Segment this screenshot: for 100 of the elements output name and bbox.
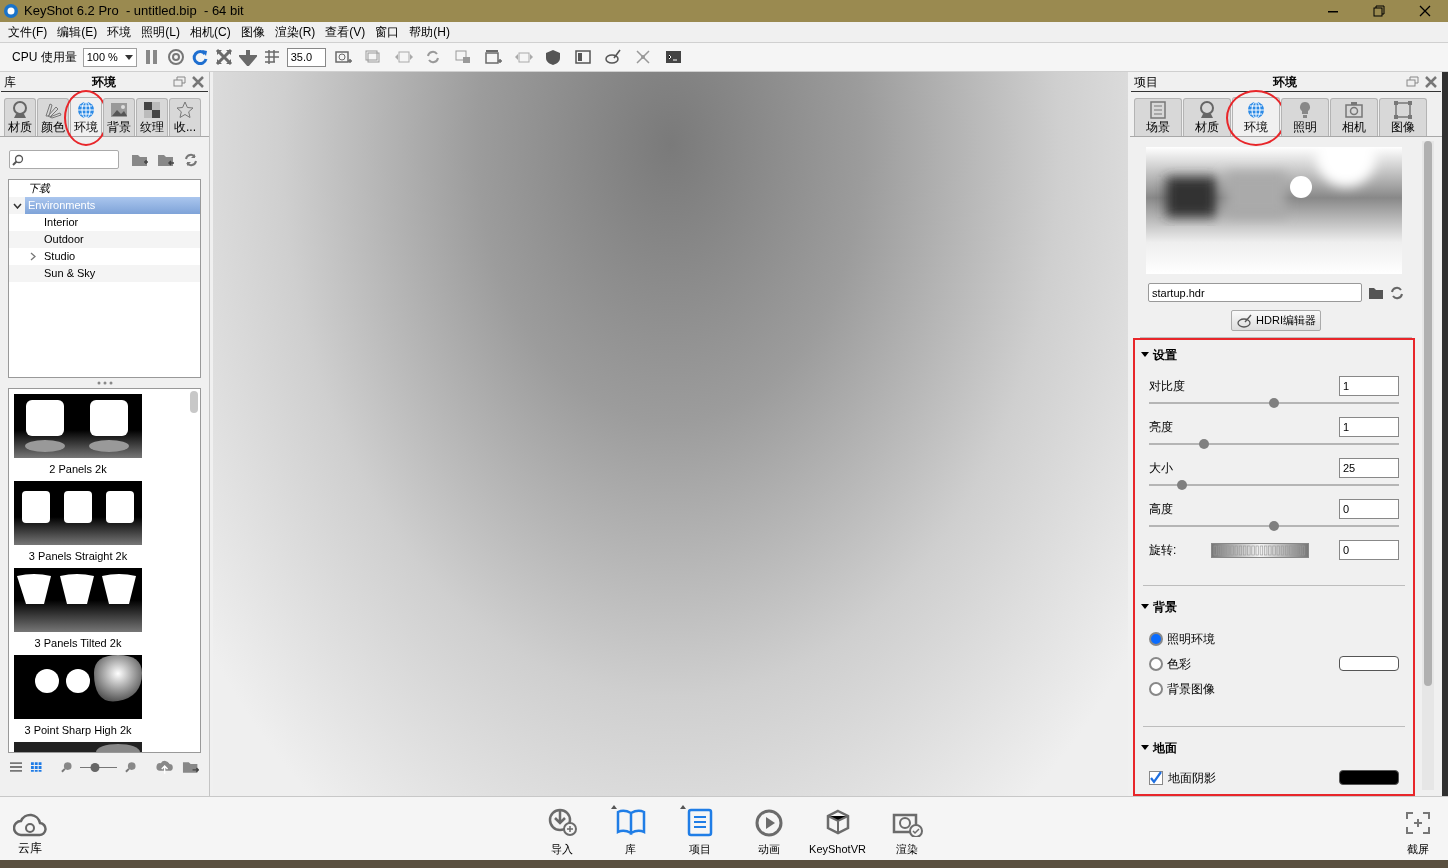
bottom-toolbar-button[interactable]: 导入 (532, 802, 591, 860)
close-icon[interactable] (1424, 74, 1438, 89)
parameter-field[interactable]: 1 (1339, 417, 1399, 437)
list-view-icon[interactable] (10, 761, 23, 773)
panel-layout-icon[interactable] (573, 48, 594, 66)
parameter-field[interactable]: 0 (1339, 499, 1399, 519)
menu-item[interactable]: 相机(C) (185, 23, 236, 41)
parameter-field[interactable]: 25 (1339, 458, 1399, 478)
parameter-slider[interactable] (1149, 520, 1399, 531)
hdri-editor-button[interactable]: HDRI编辑器 (1231, 310, 1321, 331)
section-title[interactable]: 设置 (1153, 346, 1177, 364)
undock-icon[interactable] (173, 74, 187, 89)
undock-icon[interactable] (1406, 74, 1420, 89)
render-viewport[interactable] (213, 72, 1128, 796)
close-icon[interactable] (191, 74, 205, 89)
environment-thumbnail[interactable] (14, 655, 142, 719)
parameter-slider[interactable] (1149, 438, 1399, 449)
triangle-down-icon[interactable] (1141, 603, 1149, 611)
library-tab[interactable]: 背景 (103, 98, 135, 136)
scrollbar-thumb[interactable] (190, 391, 198, 413)
cloud-library-button[interactable]: 云库 (0, 802, 60, 860)
menu-item[interactable]: 图像 (235, 23, 270, 41)
menu-item[interactable]: 文件(F) (3, 23, 53, 41)
menu-item[interactable]: 查看(V) (320, 23, 371, 41)
scrollbar-thumb[interactable] (1424, 141, 1432, 686)
tree-item[interactable]: Studio (41, 248, 200, 265)
bottom-toolbar-button[interactable]: 项目 (670, 802, 729, 860)
checker-icon (142, 100, 162, 120)
bottom-toolbar-button[interactable]: KeyShotVR (808, 802, 867, 860)
bottom-toolbar-button[interactable]: 动画 (739, 802, 798, 860)
radio-button[interactable] (1149, 656, 1163, 671)
refresh-icon[interactable] (190, 48, 209, 66)
triangle-down-icon[interactable] (1141, 744, 1149, 752)
project-tab[interactable]: 材质 (1183, 98, 1231, 136)
library-tab[interactable]: 环境 (70, 97, 102, 136)
pen-icon[interactable] (603, 48, 624, 66)
cloud-upload-icon[interactable] (156, 759, 174, 775)
grid-view-icon[interactable] (30, 761, 43, 773)
field-of-view-field[interactable]: 35.0 (286, 47, 326, 67)
parameter-field[interactable]: 1 (1339, 376, 1399, 396)
radio-button[interactable] (1149, 681, 1163, 696)
checkbox-checked[interactable] (1149, 770, 1163, 785)
menu-item[interactable]: 渲染(R) (269, 23, 321, 41)
menu-item[interactable]: 编辑(E) (52, 23, 103, 41)
slider-thumb[interactable] (1269, 520, 1279, 531)
search-field[interactable] (9, 150, 119, 169)
camera-add-icon[interactable] (333, 48, 354, 66)
expand-icon[interactable] (214, 48, 233, 66)
bottom-toolbar-button[interactable]: 库 (601, 802, 660, 860)
refresh-icon[interactable] (1390, 285, 1404, 300)
hdr-file-field[interactable]: startup.hdr (1148, 283, 1362, 302)
chevron-down-icon[interactable] (12, 202, 22, 209)
parameter-slider[interactable] (1149, 397, 1399, 408)
triangle-down-icon[interactable] (1141, 351, 1149, 359)
chevron-right-icon[interactable] (30, 252, 36, 261)
tree-item[interactable]: 下载 (25, 180, 200, 197)
splitter-handle-icon[interactable] (95, 381, 114, 385)
library-tab[interactable]: 纹理 (136, 98, 168, 136)
library-tab[interactable]: 颜色 (37, 98, 69, 136)
project-tab[interactable]: 照明 (1281, 98, 1329, 136)
folder-export-icon[interactable] (181, 759, 199, 775)
slider-thumb[interactable] (1269, 397, 1279, 408)
clapper-add-icon[interactable] (483, 48, 504, 66)
color-swatch[interactable] (1339, 770, 1399, 785)
rotation-dial[interactable] (1211, 542, 1309, 558)
zoom-out-icon[interactable] (60, 761, 73, 773)
bottom-toolbar-button[interactable]: 渲染 (877, 802, 936, 860)
environment-thumbnail[interactable] (14, 568, 142, 632)
menu-item[interactable]: 照明(L) (136, 23, 185, 41)
folder-icon[interactable] (1368, 285, 1384, 300)
menu-item[interactable]: 帮助(H) (404, 23, 455, 41)
slider-thumb[interactable] (90, 762, 100, 772)
project-tab[interactable]: 图像 (1379, 98, 1427, 136)
zoom-in-icon[interactable] (124, 761, 137, 773)
refresh-icon[interactable] (183, 151, 199, 168)
slider-thumb[interactable] (1199, 438, 1209, 449)
section-title[interactable]: 背景 (1153, 598, 1177, 616)
parameter-slider[interactable] (1149, 479, 1399, 490)
slider-thumb[interactable] (1176, 479, 1187, 490)
swatch-fan-icon (43, 100, 63, 120)
parameter-field[interactable]: 0 (1339, 540, 1399, 560)
section-title[interactable]: 地面 (1153, 739, 1177, 757)
menu-item[interactable]: 窗口 (370, 23, 405, 41)
down-arrow-icon[interactable] (238, 48, 257, 66)
tree-item[interactable]: Interior (41, 214, 200, 231)
menu-item[interactable]: 环境 (102, 23, 137, 41)
library-tab[interactable]: 材质 (4, 98, 36, 136)
cpu-usage-dropdown[interactable]: 100 % (82, 47, 137, 67)
library-tab[interactable]: 收... (169, 98, 201, 136)
console-icon[interactable] (663, 48, 684, 66)
environment-thumbnail[interactable] (14, 481, 142, 545)
project-tab[interactable]: 相机 (1330, 98, 1378, 136)
screenshot-button[interactable]: 截屏 (1388, 802, 1448, 860)
thumbnail-size-slider[interactable] (80, 762, 117, 772)
project-tab[interactable]: 环境 (1232, 97, 1280, 136)
environment-thumbnail[interactable] (14, 394, 142, 458)
radio-button[interactable] (1149, 631, 1163, 646)
window-title: KeyShot 6.2 Pro - untitled.bip - 64 bit (24, 2, 244, 21)
project-tab[interactable]: 场景 (1134, 98, 1182, 136)
color-swatch[interactable] (1339, 656, 1399, 671)
